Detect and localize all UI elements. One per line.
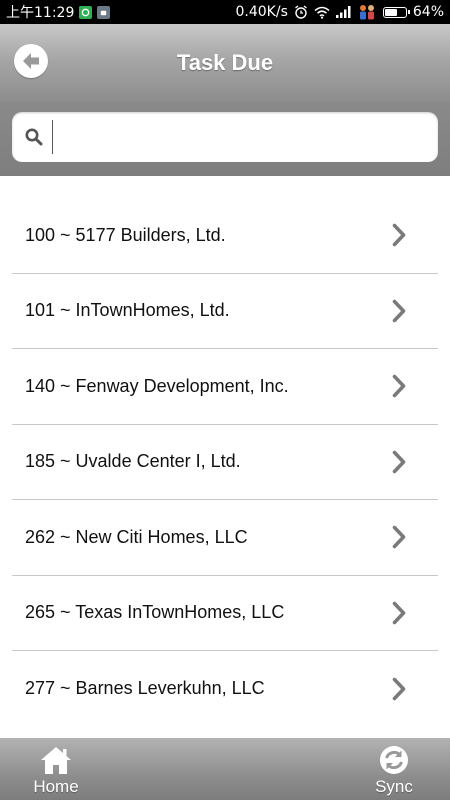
- home-icon: [41, 747, 71, 774]
- sync-label: Sync: [375, 777, 413, 796]
- search-input[interactable]: [52, 120, 428, 154]
- search-box[interactable]: [12, 112, 438, 162]
- home-label: Home: [33, 777, 79, 796]
- list-item-label: 185 ~ Uvalde Center I, Ltd.: [25, 451, 241, 472]
- list-item[interactable]: 185 ~ Uvalde Center I, Ltd.: [12, 425, 438, 500]
- signal-icon: [335, 6, 351, 18]
- list-item[interactable]: 277 ~ Barnes Leverkuhn, LLC: [12, 651, 438, 727]
- chevron-right-icon: [392, 374, 406, 398]
- list-item[interactable]: 140 ~ Fenway Development, Inc.: [12, 349, 438, 425]
- people-icon: [359, 5, 374, 20]
- list-item-label: 277 ~ Barnes Leverkuhn, LLC: [25, 678, 265, 699]
- wifi-icon: [314, 6, 330, 19]
- search-icon: [25, 128, 43, 146]
- list-item[interactable]: 262 ~ New Citi Homes, LLC: [12, 500, 438, 576]
- back-button[interactable]: [14, 44, 48, 78]
- chevron-right-icon: [392, 450, 406, 474]
- status-bar: 上午11:29 0.40K/s 64%: [0, 0, 450, 24]
- status-time: 上午11:29: [6, 5, 75, 21]
- chevron-right-icon: [392, 601, 406, 625]
- chevron-right-icon: [392, 299, 406, 323]
- chevron-right-icon: [392, 223, 406, 247]
- notification-app-icon: [79, 5, 93, 19]
- chevron-right-icon: [392, 677, 406, 701]
- chevron-right-icon: [392, 525, 406, 549]
- list-item[interactable]: 265 ~ Texas InTownHomes, LLC: [12, 576, 438, 651]
- notification-android-icon: [97, 5, 111, 19]
- back-arrow-icon: [23, 53, 39, 69]
- page-title: Task Due: [176, 50, 274, 75]
- list-item-label: 262 ~ New Citi Homes, LLC: [25, 526, 248, 547]
- battery-icon: [382, 6, 410, 18]
- list-item-label: 101 ~ InTownHomes, Ltd.: [25, 300, 230, 321]
- search-bar: [0, 102, 450, 176]
- list-item-label: 140 ~ Fenway Development, Inc.: [25, 375, 289, 396]
- list-item-label: 265 ~ Texas InTownHomes, LLC: [25, 602, 285, 623]
- battery-percent: 64%: [412, 4, 444, 20]
- bottom-toolbar: Home Sync: [0, 738, 450, 800]
- alarm-icon: [294, 5, 307, 19]
- list-item-label: 100 ~ 5177 Builders, Ltd.: [25, 224, 226, 245]
- header-bar: Task Due: [0, 24, 450, 102]
- list-item[interactable]: 101 ~ InTownHomes, Ltd.: [12, 274, 438, 349]
- sync-button[interactable]: Sync: [364, 738, 424, 800]
- task-list: 100 ~ 5177 Builders, Ltd. 101 ~ InTownHom…: [0, 176, 450, 738]
- list-item[interactable]: 100 ~ 5177 Builders, Ltd.: [12, 198, 438, 274]
- network-speed: 0.40K/s: [235, 4, 288, 20]
- home-button[interactable]: Home: [26, 738, 86, 800]
- sync-icon: [380, 746, 408, 774]
